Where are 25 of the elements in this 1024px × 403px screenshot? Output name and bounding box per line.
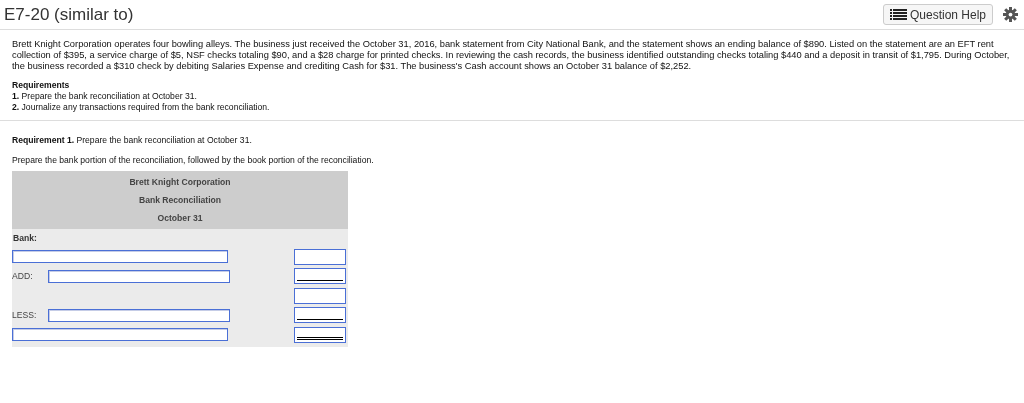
requirement-item: 2. Journalize any transactions required from the bank reconciliation. — [12, 102, 271, 113]
row-label: LESS: — [12, 310, 38, 321]
amount-field[interactable] — [294, 248, 346, 265]
section-label: Bank: — [12, 232, 38, 245]
settings-icon[interactable] — [1003, 7, 1018, 22]
description-field[interactable] — [12, 328, 228, 342]
instruction-text: Prepare the bank portion of the reconciliation, followed by the book portion of the reconciliation. — [12, 155, 375, 166]
list-icon — [889, 9, 907, 20]
question-help-button[interactable]: Question Help — [882, 4, 993, 25]
exercise-title: E7-20 (similar to) — [4, 4, 135, 25]
description-field[interactable] — [12, 250, 228, 264]
table-title: Brett Knight Corporation — [128, 176, 232, 189]
table-title: October 31 — [156, 212, 204, 225]
row-label: ADD: — [12, 271, 34, 282]
amount-field[interactable] — [294, 326, 346, 343]
description-field[interactable] — [48, 269, 230, 283]
requirement-text: Requirement 1. Prepare the bank reconciliation at October 31. — [12, 135, 253, 146]
amount-field[interactable] — [294, 307, 346, 324]
table-title: Bank Reconciliation — [137, 194, 223, 207]
requirement-item: 1. Prepare the bank reconciliation at October 31. — [12, 91, 198, 102]
amount-field[interactable] — [294, 287, 346, 304]
requirements-heading: Requirements — [12, 80, 71, 91]
amount-field[interactable] — [294, 268, 346, 285]
description-field[interactable] — [48, 308, 230, 322]
problem-text: Brett Knight Corporation operates four bowling alleys. The business just received the October 31, 2016, bank statement from City National Bank, and the statement shows an ending balance of $890. Listed on the statement are an EFT rent collection of $395, a service charge of $5, NSF checks totaling $90, and a $28 charge for printed checks. In reviewing the cash records, the business identified outstanding checks totaling $440 and a deposit in transit of $1,795. During October, the business recorded a $310 check by debiting Salaries Expense and crediting Cash for $31. The business's Cash account shows an October 31 balance of $2,252. — [12, 39, 1011, 72]
